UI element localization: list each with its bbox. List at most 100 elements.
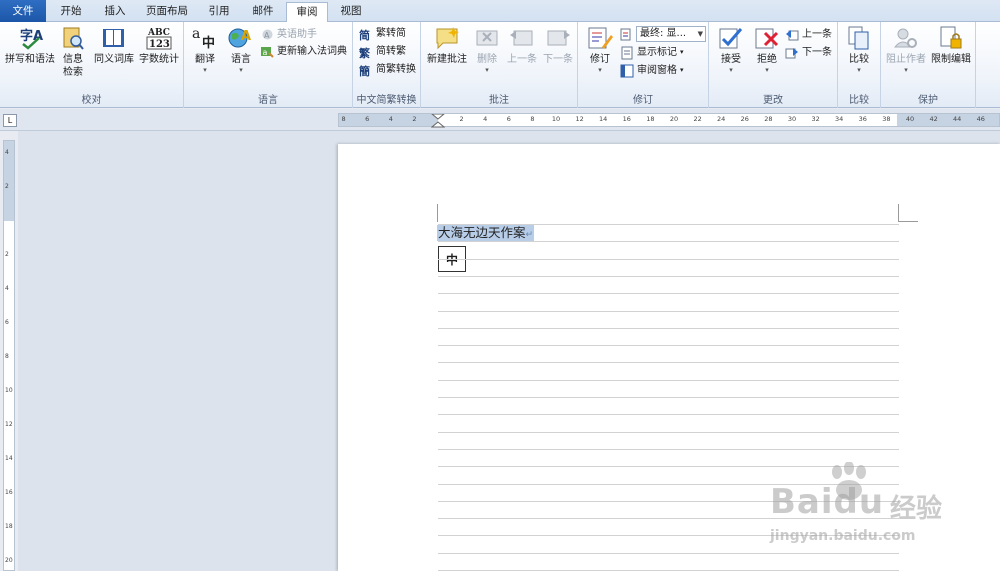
block-authors-dropdown-icon: ▾ — [904, 66, 908, 74]
vertical-ruler-tick-label: 2 — [5, 251, 9, 258]
research-label-1: 信息 — [63, 54, 83, 65]
language-globe-icon: A — [227, 25, 255, 51]
group-comments-label: 批注 — [489, 95, 509, 106]
svg-text:簡: 簡 — [359, 64, 370, 77]
delete-comment-dropdown-icon: ▾ — [485, 66, 489, 74]
update-ime-dictionary-icon: a — [260, 45, 274, 59]
reviewing-pane-icon — [620, 64, 634, 78]
tab-home[interactable]: 开始 — [50, 2, 92, 22]
ruler-tick-label: 40 — [905, 115, 915, 123]
group-tracking: 修订 ▾ 最终: 显... ▼ 显示标记 ▾ 审阅窗格 ▾ 修订 — [578, 22, 709, 108]
show-markup-icon — [620, 46, 634, 60]
trad-to-simp-button[interactable]: 简 繁转简 — [359, 25, 406, 42]
reject-button[interactable]: 拒绝 ▾ — [749, 25, 785, 74]
reject-label: 拒绝 — [757, 54, 777, 65]
research-button[interactable]: 信息 检索 — [58, 25, 88, 79]
update-ime-dictionary-label: 更新输入法词典 — [277, 46, 347, 57]
track-changes-dropdown-icon: ▾ — [598, 66, 602, 74]
vertical-ruler-tick-label: 4 — [5, 149, 9, 156]
new-comment-label: 新建批注 — [427, 54, 467, 65]
group-protect: 阻止作者 ▾ 限制编辑 保护 — [881, 22, 976, 108]
ruler-tick-label: 32 — [811, 115, 820, 123]
ruled-line — [438, 224, 899, 225]
ruled-line — [438, 362, 899, 363]
block-authors-label: 阻止作者 — [886, 54, 926, 65]
english-assistant-button[interactable]: A 英语助手 — [260, 26, 317, 43]
restrict-editing-button[interactable]: 限制编辑 — [929, 25, 973, 66]
research-label-2: 检索 — [63, 67, 83, 78]
accept-button[interactable]: 接受 ▾ — [713, 25, 749, 74]
ruler-tick-label: 12 — [575, 115, 584, 123]
group-proofing-label: 校对 — [81, 95, 102, 106]
block-authors-button[interactable]: 阻止作者 ▾ — [884, 25, 928, 74]
next-comment-button[interactable]: 下一条 — [541, 25, 575, 66]
update-ime-dictionary-button[interactable]: a 更新输入法词典 — [260, 43, 347, 60]
reviewing-pane-button[interactable]: 审阅窗格 ▾ — [620, 62, 684, 79]
indent-marker-icon[interactable] — [431, 114, 445, 128]
delete-comment-icon — [473, 25, 501, 51]
vertical-ruler-tick-label: 12 — [5, 421, 13, 428]
group-changes: 接受 ▾ 拒绝 ▾ 上一条 下一条 更改 — [709, 22, 838, 108]
compare-dropdown-icon: ▾ — [857, 66, 861, 74]
word-count-button[interactable]: ABC 123 字数统计 — [137, 25, 181, 66]
translate-button[interactable]: a中 翻译 ▾ — [188, 25, 222, 74]
ruler-tick-label: 42 — [929, 115, 938, 123]
watermark-brand: Baidu — [770, 482, 884, 522]
tab-insert[interactable]: 插入 — [94, 2, 136, 22]
svg-text:字A: 字A — [20, 28, 43, 44]
show-markup-button[interactable]: 显示标记 ▾ — [620, 44, 684, 61]
selected-text[interactable]: 大海无边天作案↵ — [437, 225, 535, 241]
compare-button[interactable]: 比较 ▾ — [842, 25, 876, 74]
tab-review[interactable]: 审阅 — [286, 2, 328, 23]
group-comments: 新建批注 删除 ▾ 上一条 下一条 批注 — [421, 22, 578, 108]
previous-comment-label: 上一条 — [507, 54, 537, 65]
vertical-ruler-tick-label: 6 — [5, 319, 9, 326]
translate-icon: a中 — [191, 25, 219, 51]
svg-text:A: A — [241, 29, 251, 44]
tab-mailings[interactable]: 邮件 — [242, 2, 284, 22]
horizontal-ruler[interactable]: 8 6 4 2 2 4 6 8 10 12 14 16 18 20 22 24 26 28 30 32 34 36 38 40… — [338, 113, 1000, 128]
chinese-convert-button[interactable]: 簡 简繁转换 — [359, 61, 416, 78]
watermark-brand-part1: Bai — [770, 482, 834, 522]
compare-label: 比较 — [849, 54, 869, 65]
reviewing-pane-label: 审阅窗格 — [637, 65, 677, 76]
accept-icon — [717, 25, 745, 51]
tab-references[interactable]: 引用 — [198, 2, 240, 22]
previous-comment-button[interactable]: 上一条 — [505, 25, 539, 66]
thesaurus-button[interactable]: 同义词库 — [92, 25, 136, 66]
tab-page-layout[interactable]: 页面布局 — [138, 2, 196, 22]
delete-comment-button[interactable]: 删除 ▾ — [471, 25, 503, 74]
ruler-tick-label: 20 — [669, 115, 679, 123]
vertical-ruler-tick-label: 2 — [5, 183, 9, 190]
vertical-ruler[interactable]: 42246810121416182022 — [3, 140, 15, 571]
tab-view[interactable]: 视图 — [330, 2, 372, 22]
new-comment-button[interactable]: 新建批注 — [425, 25, 469, 66]
next-change-icon — [785, 46, 799, 60]
ruler-tick-label: 6 — [506, 115, 511, 123]
show-markup-label: 显示标记 — [637, 47, 677, 58]
track-changes-button[interactable]: 修订 ▾ — [582, 25, 618, 74]
ruled-line — [438, 276, 899, 277]
group-tracking-label: 修订 — [633, 95, 653, 106]
previous-change-button[interactable]: 上一条 — [785, 26, 832, 43]
word-count-label: 字数统计 — [139, 54, 179, 65]
display-for-review-select[interactable]: 最终: 显... ▼ — [636, 26, 706, 42]
language-label: 语言 — [231, 54, 251, 65]
group-language-label: 语言 — [258, 95, 278, 106]
watermark-jingyan: 经验 — [890, 494, 943, 524]
reject-icon — [753, 25, 781, 51]
ruler-tick-label: 16 — [622, 115, 631, 123]
ruler-tick-label: 2 — [459, 115, 464, 123]
next-change-button[interactable]: 下一条 — [785, 44, 832, 61]
trad-to-simp-label: 繁转简 — [376, 28, 406, 39]
simp-to-trad-button[interactable]: 繁 简转繁 — [359, 43, 406, 60]
group-compare: 比较 ▾ 比较 — [838, 22, 881, 108]
accept-label: 接受 — [721, 54, 741, 65]
tab-file[interactable]: 文件 — [0, 0, 46, 22]
reject-dropdown-icon: ▾ — [765, 66, 769, 74]
word-count-abc123-icon: ABC 123 — [145, 25, 173, 51]
spelling-grammar-button[interactable]: 字A 拼写和语法 — [3, 25, 57, 66]
language-button[interactable]: A 语言 ▾ — [224, 25, 258, 74]
tab-selector-button[interactable]: L — [3, 114, 17, 127]
baidu-watermark: Baidu 经验 jingyan.baidu.com — [760, 462, 1000, 562]
